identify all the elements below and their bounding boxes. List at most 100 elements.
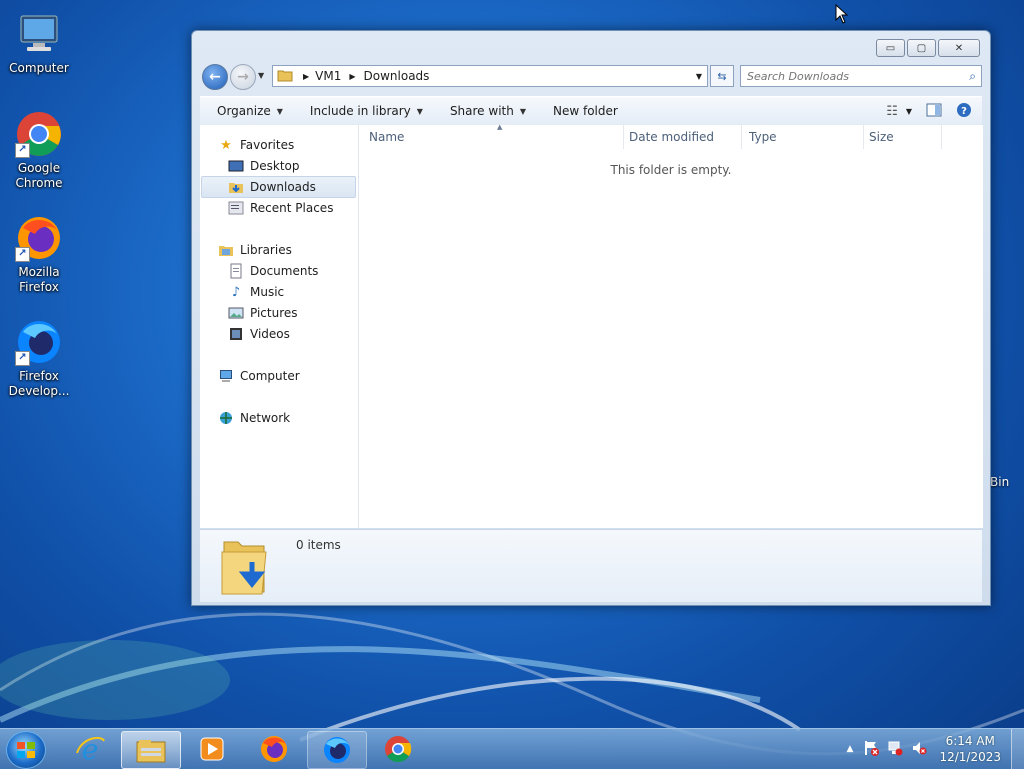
music-icon: ♪ bbox=[231, 284, 241, 300]
taskbar-internet-explorer[interactable]: e bbox=[61, 731, 119, 767]
maximize-button[interactable]: ▢ bbox=[907, 39, 936, 57]
firefox-icon bbox=[261, 736, 287, 762]
column-header-size-label: Size bbox=[869, 130, 894, 144]
desktop-icon-firefox-developer[interactable]: ↗ Firefox Develop... bbox=[1, 318, 77, 399]
firefox-developer-icon: ↗ bbox=[15, 318, 63, 366]
taskbar-windows-explorer[interactable] bbox=[121, 731, 181, 769]
recent-pages-dropdown[interactable]: ▼ bbox=[258, 71, 264, 80]
breadcrumb-downloads[interactable]: Downloads bbox=[364, 69, 430, 83]
downloads-folder-icon bbox=[228, 179, 244, 195]
taskbar-firefox[interactable] bbox=[245, 731, 303, 767]
desktop-icon-computer[interactable]: Computer bbox=[1, 10, 77, 76]
include-in-library-label: Include in library bbox=[309, 104, 411, 118]
nav-network[interactable]: Network bbox=[218, 408, 372, 428]
libraries-icon bbox=[218, 242, 234, 258]
nav-recent-places-label: Recent Places bbox=[250, 201, 334, 215]
clock-time: 6:14 AM bbox=[945, 734, 995, 748]
new-folder-button[interactable]: New folder bbox=[536, 104, 628, 118]
shortcut-arrow-icon: ↗ bbox=[15, 247, 30, 262]
forward-button[interactable]: → bbox=[230, 64, 256, 90]
nav-libraries[interactable]: Libraries bbox=[218, 240, 372, 260]
address-bar[interactable]: ▶ VM1 ▶ Downloads ▼ bbox=[272, 65, 708, 87]
empty-folder-message: This folder is empty. bbox=[610, 163, 732, 177]
recycle-bin-label-partial[interactable]: Bin bbox=[990, 475, 1009, 489]
nav-music-label: Music bbox=[250, 285, 285, 299]
address-dropdown-icon[interactable]: ▼ bbox=[696, 72, 702, 81]
shortcut-arrow-icon: ↗ bbox=[15, 351, 30, 366]
minimize-icon: ▭ bbox=[885, 42, 896, 54]
nav-computer[interactable]: Computer bbox=[218, 366, 372, 386]
show-hidden-icons-button[interactable]: ▲ bbox=[847, 744, 854, 754]
search-box[interactable]: ⌕ bbox=[740, 65, 982, 87]
refresh-icon: ⇆ bbox=[717, 69, 727, 83]
internet-explorer-icon: e bbox=[76, 733, 105, 765]
desktop-icon-firefox[interactable]: ↗ Mozilla Firefox bbox=[1, 214, 77, 295]
column-header-type-label: Type bbox=[749, 130, 777, 144]
close-icon: ✕ bbox=[954, 42, 964, 54]
nav-favorites[interactable]: ★ Favorites bbox=[218, 135, 372, 155]
refresh-button[interactable]: ⇆ bbox=[710, 65, 734, 87]
help-icon: ? bbox=[957, 102, 971, 117]
system-clock[interactable]: 6:14 AM 12/1/2023 bbox=[929, 733, 1011, 765]
desktop-icon-chrome[interactable]: ↗ Google Chrome bbox=[1, 110, 77, 191]
taskbar-firefox-developer[interactable] bbox=[307, 731, 367, 769]
chevron-down-icon: ▼ bbox=[276, 106, 283, 116]
action-center-icon[interactable] bbox=[863, 740, 880, 759]
nav-computer-label: Computer bbox=[240, 369, 300, 383]
desktop-icon-label: Computer bbox=[9, 61, 69, 75]
computer-icon bbox=[218, 368, 234, 384]
videos-icon bbox=[228, 326, 244, 342]
start-button[interactable] bbox=[6, 731, 46, 769]
column-header-name-label: Name bbox=[369, 130, 405, 144]
volume-muted-icon[interactable] bbox=[911, 740, 927, 759]
new-folder-label: New folder bbox=[553, 104, 618, 118]
breadcrumb-vm1[interactable]: VM1 bbox=[315, 69, 341, 83]
share-with-menu[interactable]: Share with ▼ bbox=[433, 104, 536, 118]
pictures-icon bbox=[228, 305, 244, 321]
back-arrow-icon: ← bbox=[209, 69, 221, 85]
svg-text:?: ? bbox=[961, 106, 967, 117]
folder-icon bbox=[277, 68, 293, 85]
forward-arrow-icon: → bbox=[237, 69, 249, 85]
view-options-button[interactable]: ☷ ▼ bbox=[886, 104, 912, 119]
nav-downloads[interactable]: Downloads bbox=[201, 176, 356, 198]
network-icon bbox=[218, 410, 234, 426]
item-count: 0 items bbox=[296, 538, 341, 552]
taskbar-chrome[interactable] bbox=[369, 731, 427, 767]
clock-date: 12/1/2023 bbox=[939, 750, 1001, 764]
column-header-type[interactable]: Type bbox=[743, 125, 864, 149]
organize-menu[interactable]: Organize ▼ bbox=[200, 104, 293, 118]
search-input[interactable] bbox=[741, 68, 970, 84]
include-in-library-menu[interactable]: Include in library ▼ bbox=[293, 104, 433, 118]
shortcut-arrow-icon: ↗ bbox=[15, 143, 30, 158]
chevron-down-icon: ▼ bbox=[905, 106, 912, 116]
navigation-bar: ← → ▼ ▶ VM1 ▶ Downloads ▼ ⇆ ⌕ bbox=[200, 63, 982, 90]
column-header-name[interactable]: Name bbox=[359, 125, 624, 149]
preview-pane-button[interactable] bbox=[926, 103, 942, 120]
show-desktop-button[interactable] bbox=[1011, 729, 1024, 769]
mouse-cursor-icon bbox=[835, 4, 849, 24]
desktop-icon-label: Mozilla Firefox bbox=[18, 265, 60, 294]
organize-label: Organize bbox=[217, 104, 271, 118]
column-header-size[interactable]: Size bbox=[863, 125, 942, 149]
window-controls: ▭ ▢ ✕ bbox=[876, 39, 980, 57]
nav-pictures-label: Pictures bbox=[250, 306, 298, 320]
computer-icon bbox=[15, 10, 63, 58]
column-header-date-modified-label: Date modified bbox=[629, 130, 715, 144]
minimize-button[interactable]: ▭ bbox=[876, 39, 905, 57]
column-header-date-modified[interactable]: Date modified bbox=[623, 125, 742, 149]
taskbar: e ▲ 6:14 AM 12/1/2023 bbox=[0, 728, 1024, 769]
recent-places-icon bbox=[228, 200, 244, 216]
windows-logo-icon bbox=[17, 742, 35, 758]
preview-pane-icon bbox=[926, 103, 942, 116]
desktop-icon-label: Firefox Develop... bbox=[8, 369, 70, 398]
network-status-icon[interactable] bbox=[887, 740, 903, 759]
breadcrumb-separator-icon: ▶ bbox=[349, 71, 356, 81]
close-button[interactable]: ✕ bbox=[938, 39, 980, 57]
details-pane: 0 items bbox=[200, 529, 982, 602]
back-button[interactable]: ← bbox=[202, 64, 228, 90]
search-icon: ⌕ bbox=[969, 68, 976, 83]
taskbar-media-player[interactable] bbox=[183, 731, 241, 767]
help-button[interactable]: ? bbox=[956, 102, 972, 121]
media-player-icon bbox=[200, 737, 224, 761]
